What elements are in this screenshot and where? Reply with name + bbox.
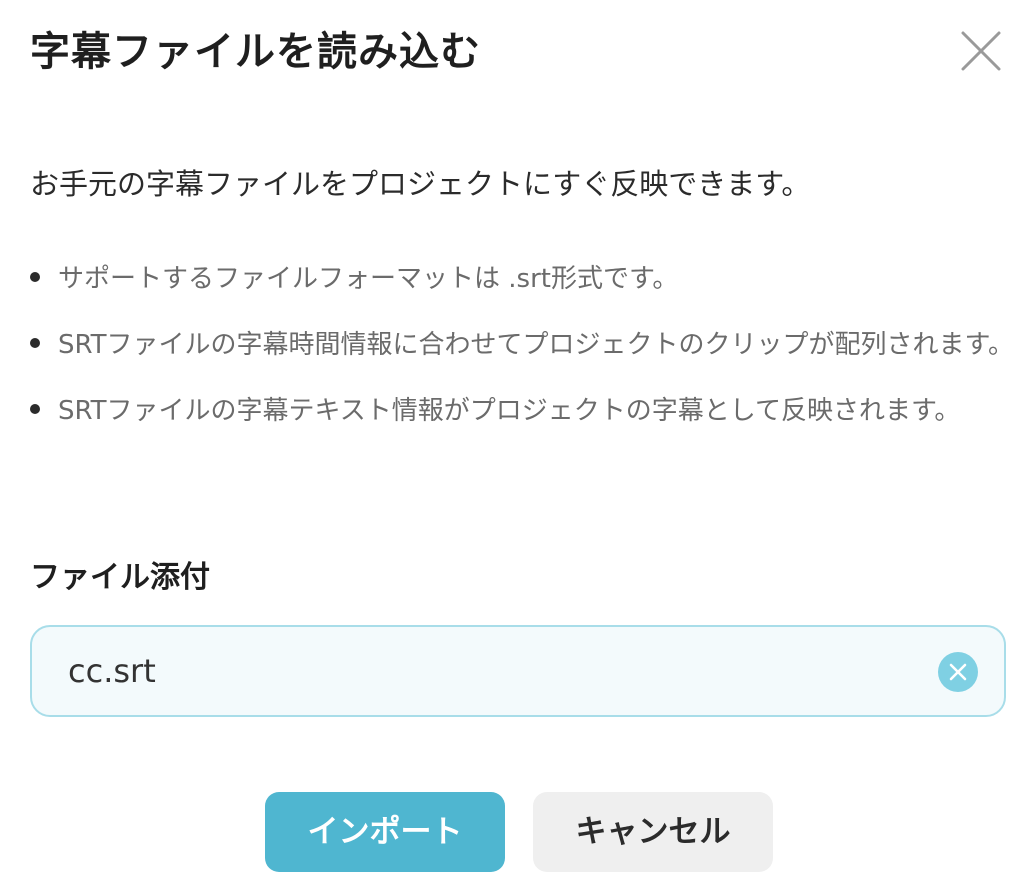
bullet-icon [30,272,40,282]
list-item: SRTファイルの字幕テキスト情報がプロジェクトの字幕として反映されます。 [30,384,1015,438]
bullet-icon [30,338,40,348]
dialog-title: 字幕ファイルを読み込む [30,29,481,75]
cancel-button[interactable]: キャンセル [533,792,773,872]
close-icon [961,31,1001,71]
note-text: サポートするファイルフォーマットは .srt形式です。 [58,264,679,294]
import-subtitle-dialog: 字幕ファイルを読み込む お手元の字幕ファイルをプロジェクトにすぐ反映できます。 … [0,0,1030,895]
import-button[interactable]: インポート [265,792,505,872]
note-text: SRTファイルの字幕時間情報に合わせてプロジェクトのクリップが配列されます。 [58,330,1014,360]
bullet-icon [30,404,40,414]
notes-list: サポートするファイルフォーマットは .srt形式です。 SRTファイルの字幕時間… [30,252,1015,438]
close-button[interactable] [958,28,1004,74]
file-attachment-field[interactable]: cc.srt [30,625,1006,717]
file-attachment-label: ファイル添付 [30,560,210,595]
clear-icon [949,663,967,681]
list-item: SRTファイルの字幕時間情報に合わせてプロジェクトのクリップが配列されます。 [30,318,1015,372]
list-item: サポートするファイルフォーマットは .srt形式です。 [30,252,1015,306]
note-text: SRTファイルの字幕テキスト情報がプロジェクトの字幕として反映されます。 [58,396,961,426]
attached-file-name: cc.srt [68,652,156,690]
remove-file-button[interactable] [938,652,978,692]
dialog-description: お手元の字幕ファイルをプロジェクトにすぐ反映できます。 [30,167,811,201]
